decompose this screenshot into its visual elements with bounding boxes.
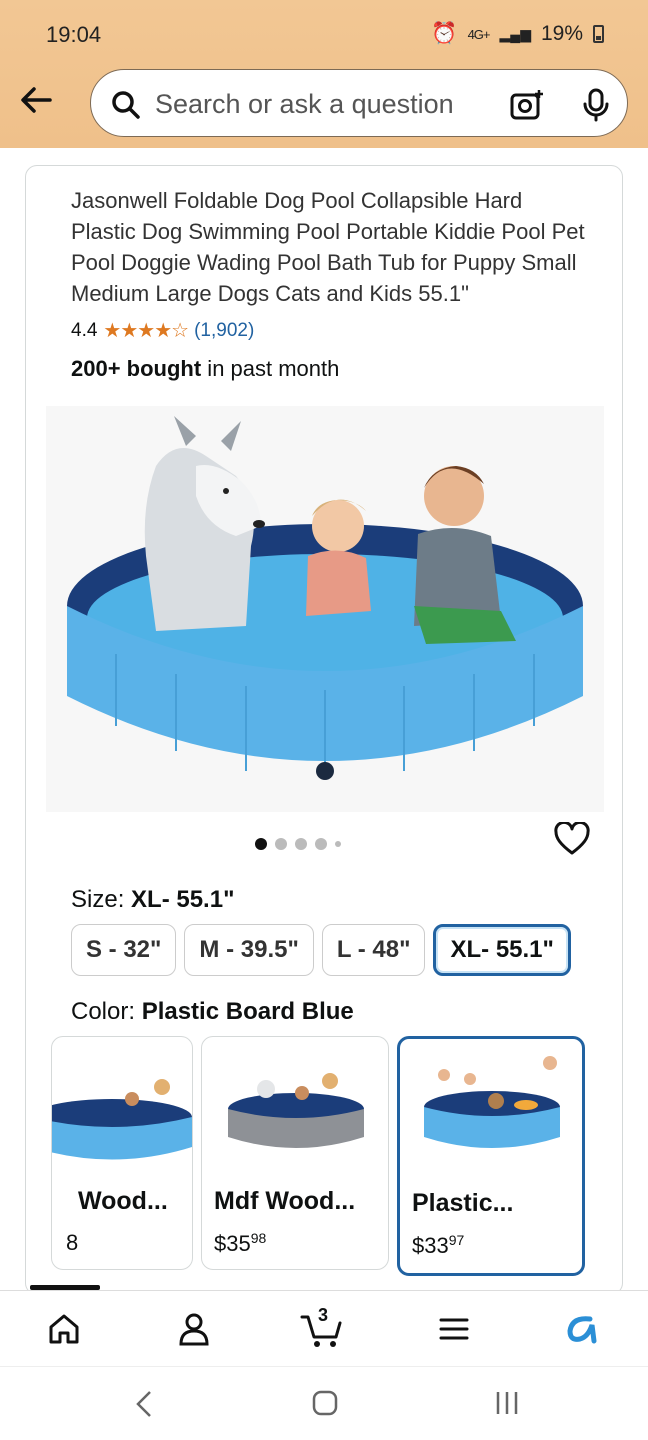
search-bar[interactable] bbox=[90, 69, 628, 137]
swatch-name: Mdf Wood... bbox=[214, 1187, 356, 1215]
swatch-price-cents: 8 bbox=[66, 1230, 79, 1255]
carousel-dot[interactable] bbox=[295, 838, 307, 850]
home-icon bbox=[49, 1314, 79, 1344]
status-icons: ⏰ 4G+ ▂▄▆ 19% bbox=[431, 22, 604, 46]
status-time: 19:04 bbox=[46, 22, 102, 47]
header: 19:04 ⏰ 4G+ ▂▄▆ 19% bbox=[0, 0, 648, 148]
swatch-name: Wood... bbox=[78, 1187, 168, 1215]
swatch-price-main: $35 bbox=[214, 1231, 251, 1256]
dog-pool-photo bbox=[67, 416, 583, 780]
battery-icon bbox=[593, 25, 604, 43]
color-swatch-plastic-board-blue[interactable]: Plastic... $3397 bbox=[397, 1036, 585, 1276]
menu-icon bbox=[439, 1318, 469, 1340]
size-label: Size: XL- 55.1" bbox=[71, 886, 234, 914]
back-button[interactable] bbox=[16, 80, 56, 120]
color-label-prefix: Color: bbox=[71, 998, 142, 1025]
color-label: Color: Plastic Board Blue bbox=[71, 998, 354, 1026]
active-tab-indicator bbox=[30, 1285, 100, 1290]
swatch-thumbnail bbox=[52, 1079, 192, 1160]
network-label: 4G+ bbox=[467, 26, 491, 42]
back-arrow-icon bbox=[21, 87, 52, 113]
tab-home[interactable] bbox=[42, 1307, 86, 1351]
bought-count: 200+ bought in past month bbox=[71, 356, 339, 382]
swatch-price: 8 bbox=[66, 1230, 78, 1256]
size-selected-value: XL- 55.1" bbox=[131, 886, 235, 913]
bottom-tab-bar: 3 bbox=[0, 1285, 648, 1366]
tab-rufus[interactable] bbox=[560, 1307, 604, 1351]
size-option-xl[interactable]: XL- 55.1" bbox=[433, 924, 571, 976]
color-swatch-mdf-wood[interactable]: Mdf Wood... $3598 bbox=[201, 1036, 389, 1270]
battery-percent: 19% bbox=[540, 22, 583, 45]
search-input[interactable] bbox=[155, 86, 485, 122]
rating-count-link[interactable]: (1,902) bbox=[194, 320, 254, 342]
size-label-prefix: Size: bbox=[71, 886, 132, 913]
swatch-thumbnail bbox=[228, 1073, 364, 1148]
product-image[interactable] bbox=[46, 406, 604, 812]
signal-icon: ▂▄▆ bbox=[499, 25, 531, 42]
search-icon bbox=[112, 91, 140, 119]
rufus-assistant-icon bbox=[567, 1316, 597, 1344]
swatch-price: $3397 bbox=[412, 1232, 464, 1259]
system-recents-icon[interactable] bbox=[494, 1389, 520, 1417]
swatch-price-cents: 98 bbox=[250, 1230, 267, 1246]
rating-value: 4.4 bbox=[71, 319, 98, 341]
tab-cart[interactable]: 3 bbox=[300, 1305, 344, 1351]
swatch-name: Plastic... bbox=[412, 1189, 514, 1217]
system-back-icon[interactable] bbox=[132, 1389, 156, 1419]
size-option-m[interactable]: M - 39.5" bbox=[184, 924, 314, 976]
swatch-price-cents: 97 bbox=[448, 1232, 465, 1248]
swatch-thumbnail bbox=[424, 1056, 560, 1148]
rating-row[interactable]: 4.4 ★★★★☆ (1,902) bbox=[71, 318, 254, 343]
color-swatch-wood[interactable]: Wood... 8 bbox=[51, 1036, 193, 1270]
tab-menu[interactable] bbox=[432, 1307, 476, 1351]
cart-count-badge: 3 bbox=[318, 1305, 329, 1325]
carousel-dot[interactable] bbox=[275, 838, 287, 850]
user-icon bbox=[179, 1313, 209, 1346]
camera-search-icon[interactable] bbox=[509, 88, 545, 122]
swatch-price-main: $33 bbox=[412, 1233, 449, 1258]
alarm-icon: ⏰ bbox=[431, 22, 458, 45]
bought-count-bold: 200+ bought bbox=[71, 356, 202, 381]
color-selected-value: Plastic Board Blue bbox=[141, 998, 354, 1025]
star-rating-icon: ★★★★☆ bbox=[103, 320, 189, 342]
product-card: Jasonwell Foldable Dog Pool Collapsible … bbox=[25, 165, 623, 1295]
bought-count-rest: in past month bbox=[201, 356, 340, 381]
size-option-l[interactable]: L - 48" bbox=[321, 924, 426, 976]
system-home-icon[interactable] bbox=[312, 1389, 338, 1417]
carousel-dot[interactable] bbox=[255, 838, 267, 850]
carousel-dot[interactable] bbox=[335, 841, 341, 847]
color-swatches: Wood... 8 Mdf Wood... $3598 Plastic... $… bbox=[51, 1036, 611, 1276]
microphone-icon[interactable] bbox=[581, 88, 611, 122]
product-title[interactable]: Jasonwell Foldable Dog Pool Collapsible … bbox=[71, 185, 591, 309]
image-carousel-dots[interactable] bbox=[255, 838, 341, 850]
heart-icon[interactable] bbox=[554, 822, 590, 856]
carousel-dot[interactable] bbox=[315, 838, 327, 850]
swatch-price: $3598 bbox=[214, 1230, 266, 1257]
size-option-s[interactable]: S - 32" bbox=[71, 924, 177, 976]
tab-account[interactable] bbox=[172, 1307, 216, 1351]
size-options: S - 32" M - 39.5" L - 48" XL- 55.1" bbox=[71, 924, 571, 976]
system-navigation-bar bbox=[0, 1366, 648, 1440]
